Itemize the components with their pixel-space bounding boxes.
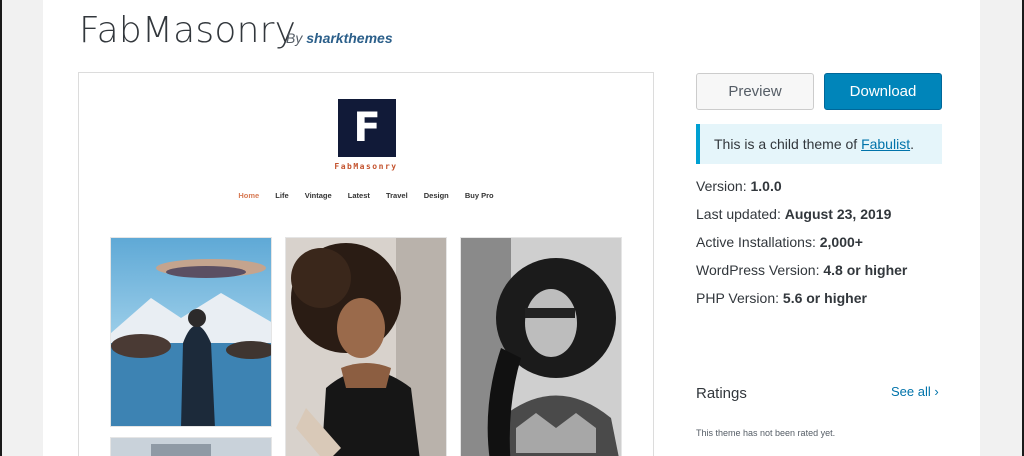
menu-item-latest: Latest — [347, 191, 370, 200]
author-link[interactable]: sharkthemes — [306, 30, 392, 46]
notice-suffix: . — [910, 136, 914, 152]
php-label: PHP Version: — [696, 290, 780, 306]
parent-theme-link[interactable]: Fabulist — [861, 136, 910, 152]
menu-item-buy-pro: Buy Pro — [464, 191, 494, 200]
ratings-heading: Ratings — [696, 385, 747, 402]
preview-photo-lower — [110, 437, 272, 456]
menu-item-life: Life — [275, 191, 289, 200]
version-label: Version: — [696, 178, 747, 194]
updated-label: Last updated: — [696, 206, 781, 222]
see-all-label: See all — [891, 384, 931, 399]
right-gutter — [980, 0, 1022, 456]
no-ratings-text: This theme has not been rated yet. — [696, 428, 836, 438]
preview-photo-bw — [460, 237, 622, 456]
meta-last-updated: Last updated: August 23, 2019 — [696, 206, 891, 222]
php-value: 5.6 or higher — [782, 290, 867, 306]
wp-value: 4.8 or higher — [823, 262, 908, 278]
meta-installations: Active Installations: 2,000+ — [696, 234, 863, 250]
theme-title: FabMasonry — [79, 10, 297, 51]
notice-text: This is a child theme of — [714, 136, 862, 152]
installs-label: Active Installations: — [696, 234, 816, 250]
see-all-ratings-link[interactable]: See all › — [891, 384, 939, 399]
version-value: 1.0.0 — [750, 178, 782, 194]
menu-item-home: Home — [238, 191, 260, 200]
byline-prefix: By — [286, 30, 303, 46]
updated-value: August 23, 2019 — [784, 206, 892, 222]
child-theme-notice: This is a child theme of Fabulist. — [696, 124, 942, 164]
menu-item-travel: Travel — [385, 191, 408, 200]
installs-value: 2,000+ — [819, 234, 863, 250]
theme-screenshot: F FabMasonry Home Life Vintage Latest Tr… — [78, 72, 654, 456]
site-name: FabMasonry — [334, 162, 398, 171]
preview-button[interactable]: Preview — [696, 73, 814, 110]
menu-item-design: Design — [423, 191, 449, 200]
menu-item-vintage: Vintage — [304, 191, 332, 200]
meta-wp-version: WordPress Version: 4.8 or higher — [696, 262, 907, 278]
left-gutter — [2, 0, 43, 456]
wp-label: WordPress Version: — [696, 262, 820, 278]
download-button[interactable]: Download — [824, 73, 942, 110]
meta-version: Version: 1.0.0 — [696, 178, 782, 194]
meta-php-version: PHP Version: 5.6 or higher — [696, 290, 867, 306]
site-logo: F — [338, 99, 396, 157]
preview-photo-lake — [110, 237, 272, 427]
chevron-right-icon: › — [934, 384, 939, 399]
preview-photo-portrait — [285, 237, 447, 456]
theme-byline: By sharkthemes — [286, 30, 393, 46]
preview-menu: Home Life Vintage Latest Travel Design B… — [79, 191, 653, 200]
